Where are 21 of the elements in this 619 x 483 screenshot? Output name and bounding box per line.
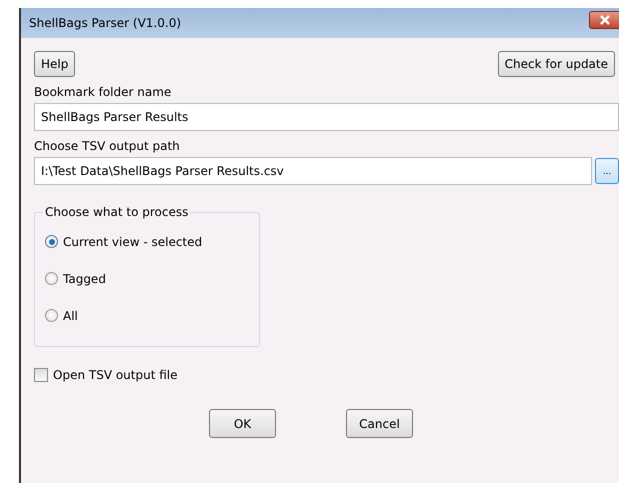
option-label: Tagged	[63, 272, 106, 286]
group-title: Choose what to process	[44, 205, 190, 219]
option-label: All	[63, 308, 78, 322]
check-update-button[interactable]: Check for update	[498, 51, 615, 77]
radio-button[interactable]	[45, 309, 58, 322]
close-button[interactable]	[589, 11, 619, 29]
ok-button[interactable]: OK	[209, 409, 276, 438]
field-label: Choose TSV output path	[34, 139, 181, 153]
field-label: Bookmark folder name	[34, 85, 172, 99]
checkbox-label: Open TSV output file	[53, 368, 178, 382]
option-label: Current view - selected	[63, 234, 202, 248]
radio-button[interactable]	[45, 235, 58, 248]
help-button[interactable]: Help	[34, 51, 76, 77]
close-icon	[598, 15, 610, 25]
window-title: ShellBags Parser (V1.0.0)	[29, 16, 182, 30]
output-path-field[interactable]: I:\Test Data\ShellBags Parser Results.csv	[34, 157, 592, 185]
radio-button[interactable]	[45, 272, 58, 285]
folder-name-field[interactable]: ShellBags Parser Results	[34, 103, 619, 131]
cancel-button[interactable]: Cancel	[346, 409, 413, 438]
checkbox[interactable]	[34, 368, 48, 382]
browse-button[interactable]: ...	[595, 158, 619, 184]
